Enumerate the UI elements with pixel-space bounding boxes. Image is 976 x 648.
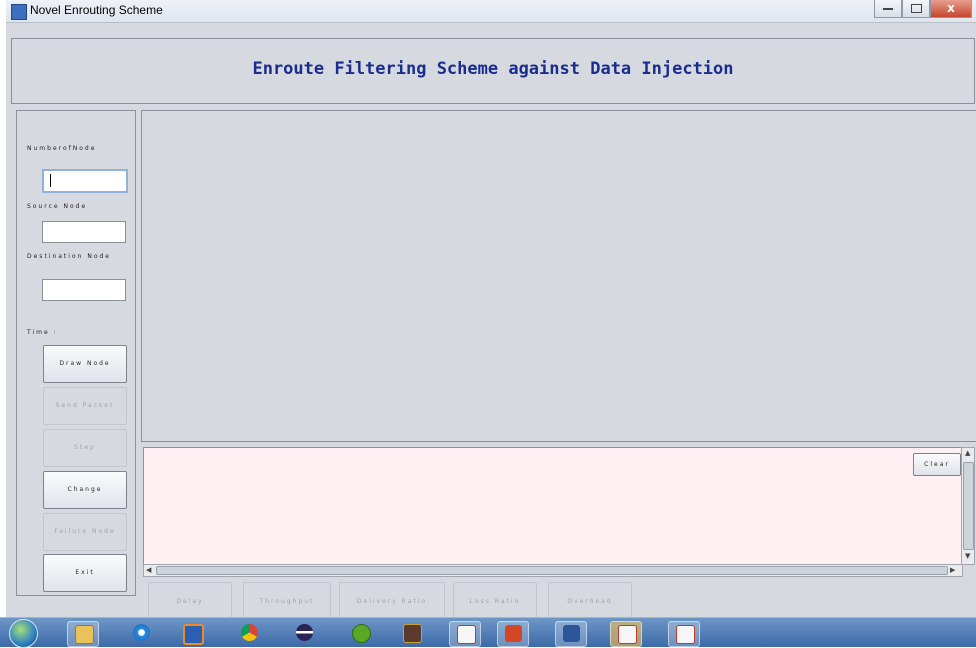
minimize-button[interactable]: [874, 0, 902, 18]
chrome-icon: [241, 624, 258, 641]
java-icon: [676, 625, 695, 644]
taskbar-word[interactable]: [555, 621, 587, 647]
scroll-down-icon[interactable]: ▼: [965, 552, 970, 560]
taskbar-explorer[interactable]: [67, 621, 99, 647]
taskbar-eclipse[interactable]: [289, 621, 319, 645]
step-button[interactable]: Step: [43, 429, 127, 467]
send-packet-button[interactable]: Send Packet: [43, 387, 127, 425]
taskbar-media-player[interactable]: [176, 621, 206, 645]
taskbar: [0, 617, 976, 648]
delay-button[interactable]: Delay: [148, 582, 232, 622]
media-player-icon: [183, 624, 204, 645]
window-title: Novel Enrouting Scheme: [30, 3, 163, 17]
taskbar-java-1[interactable]: [449, 621, 481, 647]
utorrent-icon: [352, 624, 371, 643]
scroll-right-icon[interactable]: ▶: [950, 566, 955, 574]
destination-node-label: Destination Node: [27, 253, 111, 260]
scroll-left-icon[interactable]: ◀: [146, 566, 151, 574]
start-button[interactable]: [6, 618, 40, 648]
maximize-button[interactable]: [902, 0, 930, 18]
taskbar-code-ide[interactable]: [396, 621, 426, 645]
overhead-button[interactable]: Overhead: [548, 582, 632, 622]
ie-icon: [133, 624, 150, 641]
horizontal-scroll-thumb[interactable]: [156, 566, 948, 575]
maximize-icon: [910, 4, 922, 13]
taskbar-utorrent[interactable]: [345, 621, 375, 645]
exit-button[interactable]: Exit: [43, 554, 127, 592]
source-node-label: Source Node: [27, 203, 88, 210]
explorer-icon: [75, 625, 94, 644]
java-icon: [618, 625, 637, 644]
taskbar-java-3[interactable]: [668, 621, 700, 647]
minimize-icon: [883, 8, 893, 10]
change-button[interactable]: Change: [43, 471, 127, 509]
delivery-ratio-button[interactable]: Delivery Ratio: [339, 582, 445, 622]
network-canvas[interactable]: [141, 110, 976, 442]
failure-node-button[interactable]: Failure Node: [43, 513, 127, 551]
source-node-input[interactable]: [42, 221, 126, 243]
taskbar-java-2[interactable]: [610, 621, 642, 647]
number-of-node-input[interactable]: [42, 169, 128, 193]
log-textarea[interactable]: [143, 447, 963, 565]
draw-node-button[interactable]: Draw Node: [43, 345, 127, 383]
control-panel: NumberofNode Source Node Destination Nod…: [16, 110, 136, 596]
header-panel: Enroute Filtering Scheme against Data In…: [11, 38, 975, 104]
code-ide-icon: [403, 624, 422, 643]
log-horizontal-scrollbar[interactable]: ◀ ▶: [143, 564, 963, 577]
powerpoint-icon: [505, 625, 522, 642]
title-bar[interactable]: Novel Enrouting Scheme x: [6, 0, 976, 23]
word-icon: [563, 625, 580, 642]
eclipse-icon: [296, 624, 313, 641]
vertical-scroll-thumb[interactable]: [963, 462, 974, 550]
destination-node-input[interactable]: [42, 279, 126, 301]
clear-button[interactable]: Clear: [913, 453, 961, 476]
throughput-button[interactable]: Throughput: [243, 582, 331, 622]
start-orb-icon: [9, 619, 38, 648]
window-controls: x: [874, 0, 972, 18]
close-button[interactable]: x: [930, 0, 972, 18]
time-label: Time :: [27, 329, 58, 336]
java-app-icon: [11, 4, 27, 20]
text-caret: [50, 174, 51, 187]
scroll-up-icon[interactable]: ▲: [965, 449, 970, 457]
java-icon: [457, 625, 476, 644]
log-vertical-scrollbar[interactable]: ▲ ▼: [961, 447, 975, 565]
number-of-node-label: NumberofNode: [27, 145, 97, 152]
loss-ratio-button[interactable]: Loss Ratio: [453, 582, 537, 622]
taskbar-chrome[interactable]: [234, 621, 264, 645]
close-icon: x: [947, 1, 955, 15]
page-title: Enroute Filtering Scheme against Data In…: [252, 59, 734, 79]
taskbar-ie[interactable]: [126, 621, 156, 645]
taskbar-powerpoint[interactable]: [497, 621, 529, 647]
